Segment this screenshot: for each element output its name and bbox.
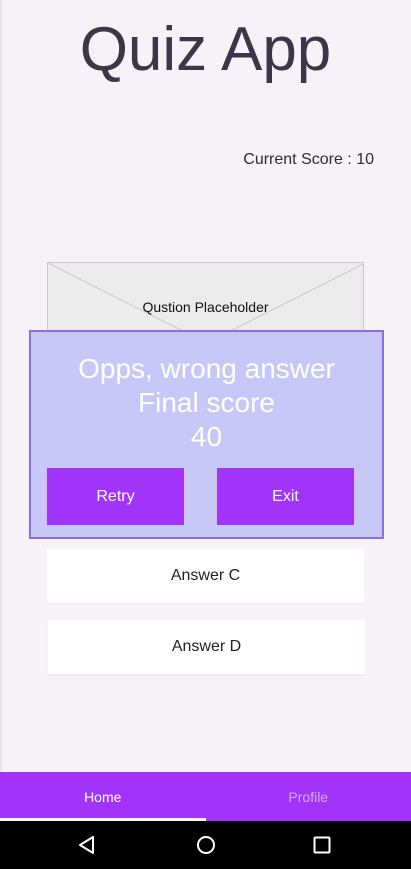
- bottom-navigation: Home Profile: [0, 772, 411, 821]
- current-score: Current Score : 10: [243, 151, 374, 168]
- question-placeholder: Qustion Placeholder: [142, 299, 269, 315]
- home-circle-icon[interactable]: [194, 833, 218, 857]
- exit-button[interactable]: Exit: [217, 468, 354, 525]
- final-score-label: Final score: [138, 387, 275, 418]
- answer-c-button[interactable]: Answer C: [47, 549, 364, 603]
- tab-profile-label: Profile: [288, 788, 329, 805]
- screen-edge: [0, 0, 2, 772]
- back-icon[interactable]: [75, 833, 99, 857]
- tab-profile[interactable]: Profile: [206, 772, 411, 821]
- result-dialog: Opps, wrong answer Final score 40 Retry …: [29, 330, 384, 539]
- answer-d-button[interactable]: Answer D: [48, 620, 365, 674]
- retry-button[interactable]: Retry: [47, 468, 184, 525]
- tab-home[interactable]: Home: [0, 772, 206, 821]
- recents-icon[interactable]: [310, 833, 334, 857]
- tab-home-label: Home: [84, 788, 122, 805]
- system-navigation-bar: [0, 821, 411, 869]
- app-title: Quiz App: [79, 15, 332, 84]
- dialog-message: Opps, wrong answer: [78, 353, 335, 384]
- final-score-value: 40: [190, 421, 223, 452]
